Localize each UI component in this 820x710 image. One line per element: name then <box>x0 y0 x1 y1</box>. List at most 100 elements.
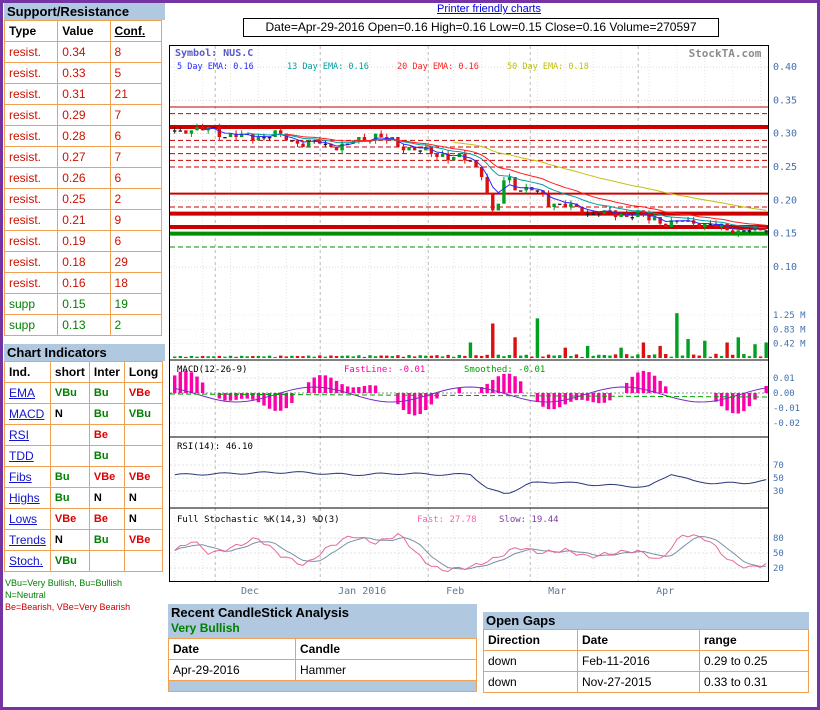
indicator-link-rsi[interactable]: RSI <box>9 428 29 442</box>
sr-value-cell: 0.18 <box>58 252 110 273</box>
indicator-link-stoch[interactable]: Stoch. <box>9 554 43 568</box>
candle-row: Apr-29-2016Hammer <box>169 660 477 681</box>
candlestick-analysis-panel: Recent CandleStick Analysis Very Bullish… <box>168 604 477 692</box>
sr-row: resist.0.297 <box>5 105 162 126</box>
clipped-next-section <box>168 681 477 692</box>
svg-text:MACD(12-26-9): MACD(12-26-9) <box>177 365 247 375</box>
indicator-link-fibs[interactable]: Fibs <box>9 470 32 484</box>
sr-conf-cell: 7 <box>110 105 161 126</box>
svg-text:Dec: Dec <box>241 586 259 597</box>
ci-indicator-cell: Stoch. <box>5 551 51 572</box>
sr-type-cell: resist. <box>5 231 58 252</box>
ci-row: MACDNBuVBu <box>5 404 163 425</box>
sr-value-cell: 0.33 <box>58 63 110 84</box>
indicator-link-highs[interactable]: Highs <box>9 491 40 505</box>
svg-text:70: 70 <box>773 461 784 471</box>
sr-type-cell: resist. <box>5 63 58 84</box>
ci-indicator-cell: Highs <box>5 488 51 509</box>
legend-line-bearish: Be=Bearish, VBe=Very Bearish <box>5 601 165 613</box>
sr-row: resist.0.3121 <box>5 84 162 105</box>
ci-inter-cell: N <box>89 488 124 509</box>
ci-row: TDDBu <box>5 446 163 467</box>
ci-row: LowsVBeBeN <box>5 509 163 530</box>
svg-text:Smoothed: -0.01: Smoothed: -0.01 <box>464 365 545 375</box>
sr-type-cell: resist. <box>5 42 58 63</box>
ci-long-cell: VBe <box>124 530 162 551</box>
sr-value-cell: 0.15 <box>58 294 110 315</box>
sr-row: resist.0.1829 <box>5 252 162 273</box>
sr-type-cell: resist. <box>5 105 58 126</box>
svg-text:50 Day EMA: 0.18: 50 Day EMA: 0.18 <box>507 62 589 72</box>
sr-row: resist.0.196 <box>5 231 162 252</box>
indicator-link-lows[interactable]: Lows <box>9 512 37 526</box>
sr-header-row: Type Value Conf. <box>5 21 162 42</box>
sr-type-cell: resist. <box>5 189 58 210</box>
sr-conf-cell: 29 <box>110 252 161 273</box>
candle-col-date: Date <box>169 639 296 660</box>
sr-type-cell: supp <box>5 315 58 336</box>
indicator-link-macd[interactable]: MACD <box>9 407 44 421</box>
svg-text:5 Day EMA: 0.16: 5 Day EMA: 0.16 <box>177 62 254 72</box>
candlestick-analysis-title: Recent CandleStick Analysis <box>168 604 477 621</box>
stock-chart-svg: 0.400.350.300.250.200.150.101.25 M0.83 M… <box>169 45 815 601</box>
stockta-page: Support/Resistance Type Value Conf. resi… <box>0 0 820 710</box>
sr-value-cell: 0.31 <box>58 84 110 105</box>
svg-text:0.20: 0.20 <box>773 195 797 206</box>
open-gaps-title: Open Gaps <box>483 612 809 629</box>
indicator-link-tdd[interactable]: TDD <box>9 449 34 463</box>
gap-direction-cell: down <box>484 672 578 693</box>
candle-col-candle: Candle <box>296 639 477 660</box>
gap-range-cell: 0.33 to 0.31 <box>700 672 809 693</box>
support-resistance-title: Support/Resistance <box>4 3 165 20</box>
sr-row: resist.0.219 <box>5 210 162 231</box>
sr-conf-cell: 19 <box>110 294 161 315</box>
sr-col-conf-link[interactable]: Conf. <box>110 21 161 42</box>
ci-long-cell: N <box>124 488 162 509</box>
ci-long-cell <box>124 551 162 572</box>
sr-type-cell: resist. <box>5 168 58 189</box>
sr-conf-cell: 5 <box>110 63 161 84</box>
svg-text:0.01: 0.01 <box>773 374 795 384</box>
gap-date-cell: Feb-11-2016 <box>578 651 700 672</box>
sidebar: Support/Resistance Type Value Conf. resi… <box>4 3 165 613</box>
svg-text:Feb: Feb <box>446 586 464 597</box>
sr-conf-cell: 18 <box>110 273 161 294</box>
svg-text:Full Stochastic %K(14,3) %D(3): Full Stochastic %K(14,3) %D(3) <box>177 515 340 525</box>
svg-text:RSI(14): 46.10: RSI(14): 46.10 <box>177 442 253 452</box>
sr-conf-cell: 6 <box>110 168 161 189</box>
sr-conf-cell: 7 <box>110 147 161 168</box>
ci-indicator-cell: MACD <box>5 404 51 425</box>
sr-col-type: Type <box>5 21 58 42</box>
svg-text:13 Day EMA: 0.16: 13 Day EMA: 0.16 <box>287 62 369 72</box>
svg-text:-0.02: -0.02 <box>773 419 800 429</box>
sr-row: resist.0.277 <box>5 147 162 168</box>
indicator-link-trends[interactable]: Trends <box>9 533 46 547</box>
svg-text:Slow: 19.44: Slow: 19.44 <box>499 515 559 525</box>
gaps-col-range: range <box>700 630 809 651</box>
candle-name-cell: Hammer <box>296 660 477 681</box>
ci-row: EMAVBuBuVBe <box>5 383 163 404</box>
printer-link-wrap: Printer friendly charts <box>169 3 809 15</box>
ci-short-cell: VBu <box>50 383 89 404</box>
sr-value-cell: 0.19 <box>58 231 110 252</box>
sr-row: resist.0.1618 <box>5 273 162 294</box>
sr-value-cell: 0.29 <box>58 105 110 126</box>
svg-text:0.30: 0.30 <box>773 129 797 140</box>
sr-conf-cell: 6 <box>110 231 161 252</box>
chart-indicators-table: Ind. short Inter Long EMAVBuBuVBeMACDNBu… <box>4 361 163 572</box>
ci-short-cell: N <box>50 530 89 551</box>
svg-text:0.25: 0.25 <box>773 162 797 173</box>
printer-friendly-link[interactable]: Printer friendly charts <box>437 3 541 15</box>
gap-row: downNov-27-20150.33 to 0.31 <box>484 672 809 693</box>
candle-date-cell: Apr-29-2016 <box>169 660 296 681</box>
ci-row: HighsBuNN <box>5 488 163 509</box>
indicator-link-ema[interactable]: EMA <box>9 386 35 400</box>
ci-short-cell <box>50 425 89 446</box>
sr-conf-cell: 2 <box>110 315 161 336</box>
sr-value-cell: 0.25 <box>58 189 110 210</box>
ci-long-cell: VBe <box>124 467 162 488</box>
svg-text:FastLine: -0.01: FastLine: -0.01 <box>344 365 425 375</box>
svg-text:20 Day EMA: 0.16: 20 Day EMA: 0.16 <box>397 62 479 72</box>
ci-indicator-cell: Trends <box>5 530 51 551</box>
sr-value-cell: 0.27 <box>58 147 110 168</box>
